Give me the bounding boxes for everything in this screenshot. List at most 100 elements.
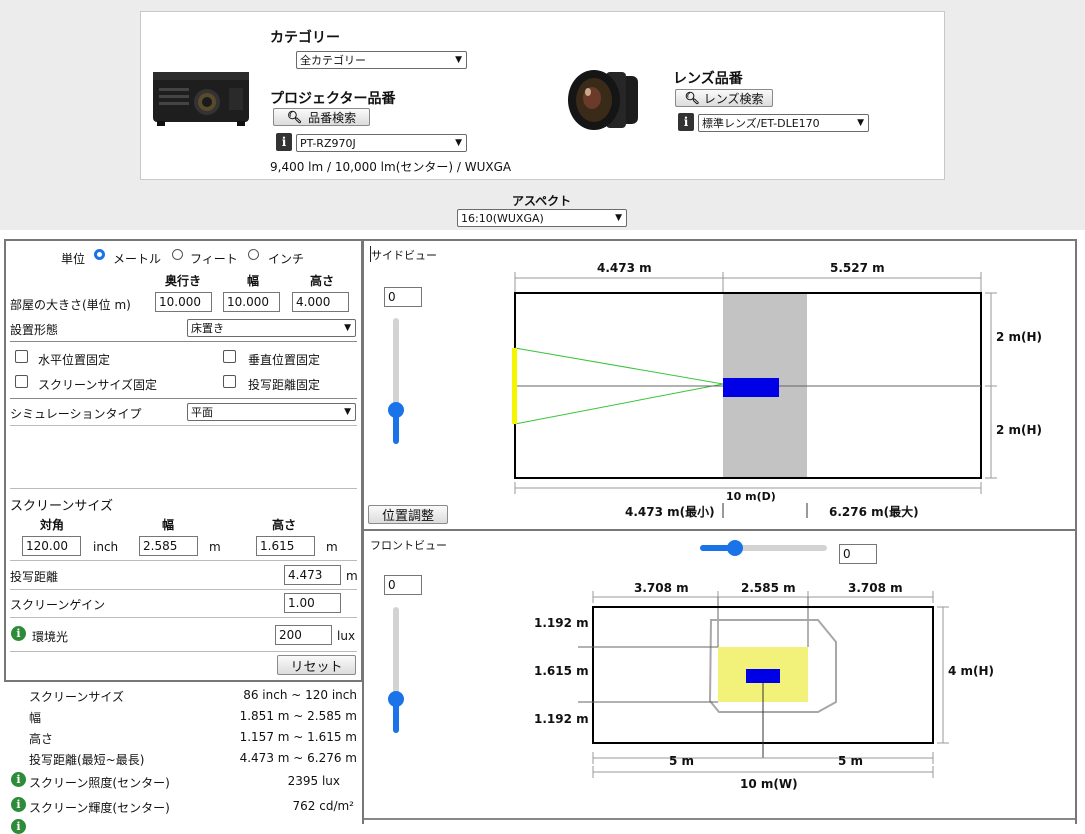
info-icon[interactable]: i — [11, 772, 26, 787]
result-screen-size-value: 86 inch ~ 120 inch — [243, 688, 357, 702]
side-depth-label: 10 m(D) — [726, 490, 776, 503]
front-top-height: 1.192 m — [534, 616, 589, 630]
beam-upper-line — [514, 347, 724, 385]
lens-model-select[interactable]: 標準レンズ/ET-DLE170 ▼ — [698, 114, 869, 132]
model-search-button-label: 品番検索 — [308, 110, 357, 125]
divider — [10, 425, 357, 426]
screen-height-unit: m — [326, 540, 338, 554]
side-max-distance: 6.276 m(最大) — [829, 505, 919, 519]
vertical-lock-checkbox[interactable] — [223, 350, 236, 363]
category-select[interactable]: 全カテゴリー ▼ — [296, 51, 467, 69]
vertical-lock-label: 垂直位置固定 — [248, 353, 321, 367]
ambient-light-unit: lux — [337, 629, 356, 643]
lens-info-icon[interactable]: i — [678, 113, 694, 131]
screen-height-input[interactable]: 1.615 — [256, 536, 315, 556]
aspect-label: アスペクト — [512, 194, 572, 208]
front-half-right: 5 m — [838, 754, 864, 768]
room-depth-header: 奥行き — [165, 274, 202, 288]
divider — [10, 617, 357, 618]
lens-model-label: レンズ品番 — [673, 71, 743, 87]
projector-marker — [746, 669, 780, 683]
screen-size-lock-checkbox[interactable] — [15, 375, 28, 388]
divider — [10, 651, 357, 652]
side-left-distance: 4.473 m — [597, 261, 652, 275]
side-upper-height: 2 m(H) — [996, 330, 1043, 344]
units-label: 単位 — [61, 252, 86, 266]
room-depth-input[interactable]: 10.000 — [155, 292, 212, 312]
result-luminance-value: 762 cd/m² — [292, 799, 354, 813]
info-icon[interactable]: i — [11, 819, 26, 834]
result-illuminance-label: スクリーン照度(センター) — [29, 776, 170, 790]
room-height-input[interactable]: 4.000 — [292, 292, 349, 312]
screen-width-unit: m — [209, 540, 221, 554]
front-room-width: 10 m(W) — [740, 777, 798, 791]
front-right-width: 3.708 m — [848, 581, 903, 595]
unit-feet-radio[interactable] — [172, 249, 183, 260]
horizontal-lock-label: 水平位置固定 — [38, 353, 111, 367]
reset-button[interactable]: リセット — [277, 655, 356, 675]
unit-feet-label: フィート — [190, 252, 238, 266]
front-bottom-height: 1.192 m — [534, 712, 589, 726]
screen-width-input[interactable]: 2.585 — [139, 536, 198, 556]
aspect-value: 16:10(WUXGA) — [461, 211, 544, 225]
projector-model-select[interactable]: PT-RZ970J ▼ — [296, 134, 467, 152]
screen-size-lock-label: スクリーンサイズ固定 — [38, 378, 158, 392]
installation-select[interactable]: 床置き ▼ — [187, 319, 356, 337]
divider — [10, 560, 357, 561]
front-half-left: 5 m — [669, 754, 695, 768]
throw-distance-input[interactable]: 4.473 — [284, 565, 341, 585]
result-width-value: 1.851 m ~ 2.585 m — [239, 709, 357, 723]
model-search-button[interactable]: 🔍︎ 品番検索 — [273, 108, 370, 126]
aspect-select[interactable]: 16:10(WUXGA) ▼ — [457, 209, 627, 227]
screen-height-header: 高さ — [272, 518, 297, 532]
side-min-distance: 4.473 m(最小) — [625, 505, 715, 519]
result-screen-size-label: スクリーンサイズ — [29, 690, 125, 704]
chevron-down-icon: ▼ — [615, 213, 622, 223]
simulation-type-value: 平面 — [191, 406, 213, 419]
lens-search-button[interactable]: 🔍︎ レンズ検索 — [675, 89, 773, 107]
search-icon: 🔍︎ — [684, 91, 700, 105]
projector-image — [153, 72, 249, 126]
room-width-input[interactable]: 10.000 — [223, 292, 280, 312]
search-icon: 🔍︎ — [286, 110, 303, 124]
unit-meter-label: メートル — [113, 252, 162, 266]
chevron-down-icon: ▼ — [455, 55, 462, 65]
unit-meter-radio[interactable] — [94, 249, 105, 260]
throw-lock-checkbox[interactable] — [223, 375, 236, 388]
screen-width-header: 幅 — [162, 518, 175, 532]
ambient-light-label: 環境光 — [32, 630, 69, 644]
screen-gain-label: スクリーンゲイン — [10, 598, 106, 612]
screen-gain-input[interactable]: 1.00 — [284, 593, 341, 613]
beam-lower-line — [514, 383, 724, 425]
side-lower-height: 2 m(H) — [996, 423, 1043, 437]
info-icon[interactable]: i — [11, 626, 26, 641]
unit-inch-label: インチ — [268, 252, 305, 266]
lens-card: レンズ品番 🔍︎ レンズ検索 i 標準レンズ/ET-DLE170 ▼ — [542, 11, 945, 180]
ambient-light-input[interactable]: 200 — [275, 625, 332, 645]
simulation-type-select[interactable]: 平面 ▼ — [187, 403, 356, 421]
screen-marker — [512, 348, 517, 424]
divider — [364, 818, 1075, 820]
chevron-down-icon: ▼ — [344, 407, 351, 417]
screen-size-title: スクリーンサイズ — [10, 499, 113, 514]
simulation-type-label: シミュレーションタイプ — [10, 407, 142, 421]
room-size-label: 部屋の大きさ(単位 m) — [10, 298, 131, 312]
info-icon[interactable]: i — [11, 797, 26, 812]
room-width-header: 幅 — [247, 274, 260, 288]
chevron-down-icon: ▼ — [455, 138, 462, 148]
throw-lock-label: 投写距離固定 — [248, 378, 321, 392]
throw-distance-label: 投写距離 — [10, 570, 59, 584]
throw-distance-unit: m — [346, 569, 358, 583]
front-left-width: 3.708 m — [634, 581, 689, 595]
screen-diagonal-input[interactable]: 120.00 — [22, 536, 81, 556]
unit-inch-radio[interactable] — [248, 249, 259, 260]
projector-info-icon[interactable]: i — [276, 133, 292, 151]
projector-model-label: プロジェクター品番 — [270, 91, 396, 107]
side-view-diagram — [512, 272, 997, 518]
horizontal-lock-checkbox[interactable] — [15, 350, 28, 363]
side-right-distance: 5.527 m — [830, 261, 885, 275]
result-height-value: 1.157 m ~ 1.615 m — [239, 730, 357, 744]
lens-search-button-label: レンズ検索 — [703, 91, 764, 106]
installation-value: 床置き — [191, 322, 224, 335]
divider — [10, 589, 357, 590]
